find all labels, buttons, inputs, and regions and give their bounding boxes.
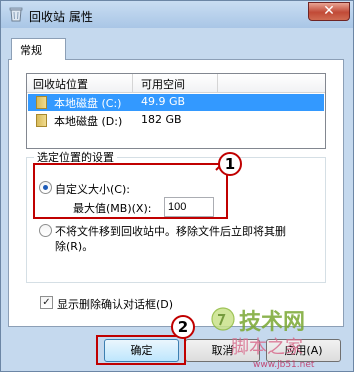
drive-icon (36, 96, 47, 109)
callout-highlight-ok (96, 335, 186, 365)
watermark-line2: 脚本之家 (231, 337, 303, 358)
close-button[interactable]: ✕ (308, 2, 350, 21)
drive-d-location: 本地磁盘 (D:) (54, 115, 123, 128)
drive-d-free-space: 182 GB (141, 113, 182, 126)
drive-c-free-space: 49.9 GB (141, 95, 186, 108)
recycle-bin-location-list[interactable]: 回收站位置 可用空间 本地磁盘 (C:) 49.9 GB 本地磁盘 (D:) 1… (26, 73, 326, 149)
no-recycle-label-line2[interactable]: 除(R)。 (55, 238, 93, 254)
callout-number-1: 1 (218, 152, 242, 176)
column-divider[interactable] (132, 74, 133, 92)
list-row-drive-d[interactable]: 本地磁盘 (D:) 182 GB (28, 112, 324, 129)
column-header-free-space[interactable]: 可用空间 (141, 76, 185, 92)
confirm-delete-label[interactable]: 显示删除确认对话框(D) (57, 296, 173, 312)
watermark: 技术网 脚本之家 www.jb51.net (207, 297, 353, 372)
no-recycle-radio[interactable] (39, 224, 52, 237)
column-header-location[interactable]: 回收站位置 (33, 76, 88, 92)
recycle-bin-icon (9, 7, 23, 22)
drive-c-location: 本地磁盘 (C:) (54, 97, 122, 110)
confirm-delete-checkbox[interactable]: ✓ (40, 296, 53, 309)
watermark-line1: 技术网 (239, 310, 305, 335)
title-bar[interactable]: 回收站 属性 ✕ (1, 1, 353, 28)
close-icon: ✕ (323, 3, 335, 19)
tab-general[interactable]: 常规 (11, 38, 66, 60)
drive-icon (36, 114, 47, 127)
list-header: 回收站位置 可用空间 (27, 74, 325, 93)
watermark-line3: www.jb51.net (253, 360, 315, 370)
window-title: 回收站 属性 (29, 10, 93, 24)
list-row-drive-c[interactable]: 本地磁盘 (C:) 49.9 GB (28, 94, 324, 111)
checkmark-icon: ✓ (42, 297, 51, 308)
callout-highlight-settings (33, 163, 228, 219)
no-recycle-label-line1[interactable]: 不将文件移到回收站中。移除文件后立即将其删 (55, 223, 286, 239)
recycle-bin-properties-window: 回收站 属性 ✕ 常规 回收站位置 可用空间 本地磁盘 (C:) 49.9 GB… (0, 0, 354, 372)
watermark-logo-icon: 技术网 脚本之家 www.jb51.net (211, 307, 315, 370)
column-divider[interactable] (217, 74, 218, 92)
callout-number-2: 2 (171, 315, 195, 339)
